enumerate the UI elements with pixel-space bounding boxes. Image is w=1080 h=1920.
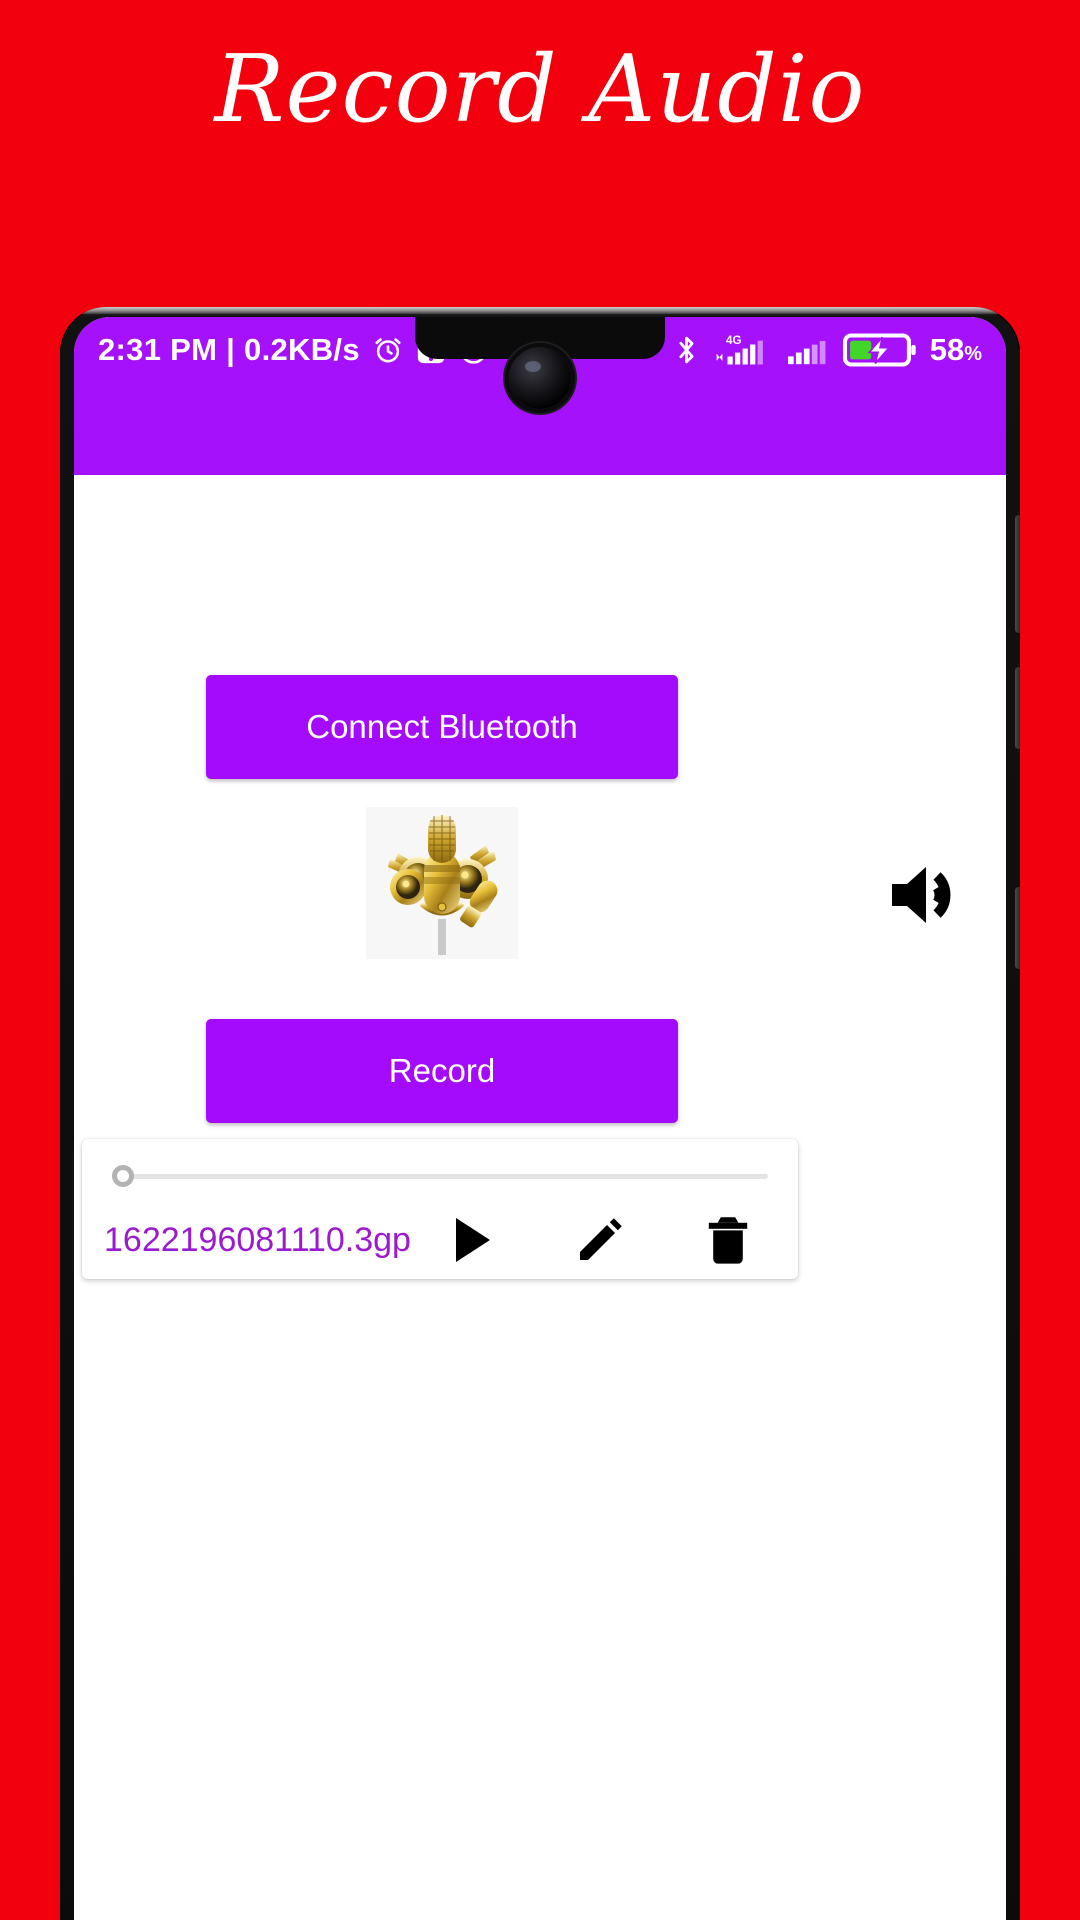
recording-actions	[446, 1214, 754, 1266]
recording-row: 1622196081110.3gp	[82, 1201, 798, 1279]
signal-icon	[784, 333, 830, 367]
phone-screen: 2:31 PM | 0.2KB/s 4G 58% Connect Bluetoo…	[74, 317, 1006, 1920]
svg-text:4G: 4G	[726, 334, 741, 347]
battery-percent-symbol: %	[964, 343, 982, 365]
recording-filename: 1622196081110.3gp	[104, 1220, 411, 1259]
seekbar-thumb[interactable]	[112, 1165, 134, 1187]
delete-icon[interactable]	[702, 1214, 754, 1266]
app-content: Connect Bluetooth Record 1622196081110.3…	[74, 475, 1006, 1920]
status-clock-and-network-speed: 2:31 PM | 0.2KB/s	[98, 332, 360, 367]
phone-side-button-volume	[1015, 515, 1020, 633]
playback-seekbar[interactable]	[112, 1165, 768, 1187]
phone-frame: 2:31 PM | 0.2KB/s 4G 58% Connect Bluetoo…	[60, 307, 1020, 1920]
front-camera-lens	[509, 347, 571, 409]
play-icon[interactable]	[446, 1214, 498, 1266]
battery-charging-icon	[842, 331, 917, 369]
status-bar-right: 4G 58%	[673, 331, 982, 369]
golden-microphone-image	[366, 807, 518, 959]
page-title: Record Audio	[214, 35, 866, 143]
bottom-partial-row	[74, 1911, 1006, 1920]
bluetooth-icon	[673, 333, 700, 367]
signal-4g-icon: 4G	[713, 332, 771, 368]
seekbar-track	[126, 1173, 768, 1179]
record-button[interactable]: Record	[206, 1019, 678, 1123]
alarm-icon	[372, 334, 404, 366]
battery-percent: 58%	[930, 332, 982, 368]
phone-side-button-extra	[1015, 887, 1020, 969]
battery-percent-value: 58	[929, 332, 965, 367]
connect-bluetooth-button[interactable]: Connect Bluetooth	[206, 675, 678, 779]
recording-list-item: 1622196081110.3gp	[82, 1139, 798, 1279]
phone-side-button-power	[1015, 667, 1020, 749]
speaker-volume-icon[interactable]	[886, 857, 974, 933]
edit-icon[interactable]	[574, 1214, 626, 1266]
